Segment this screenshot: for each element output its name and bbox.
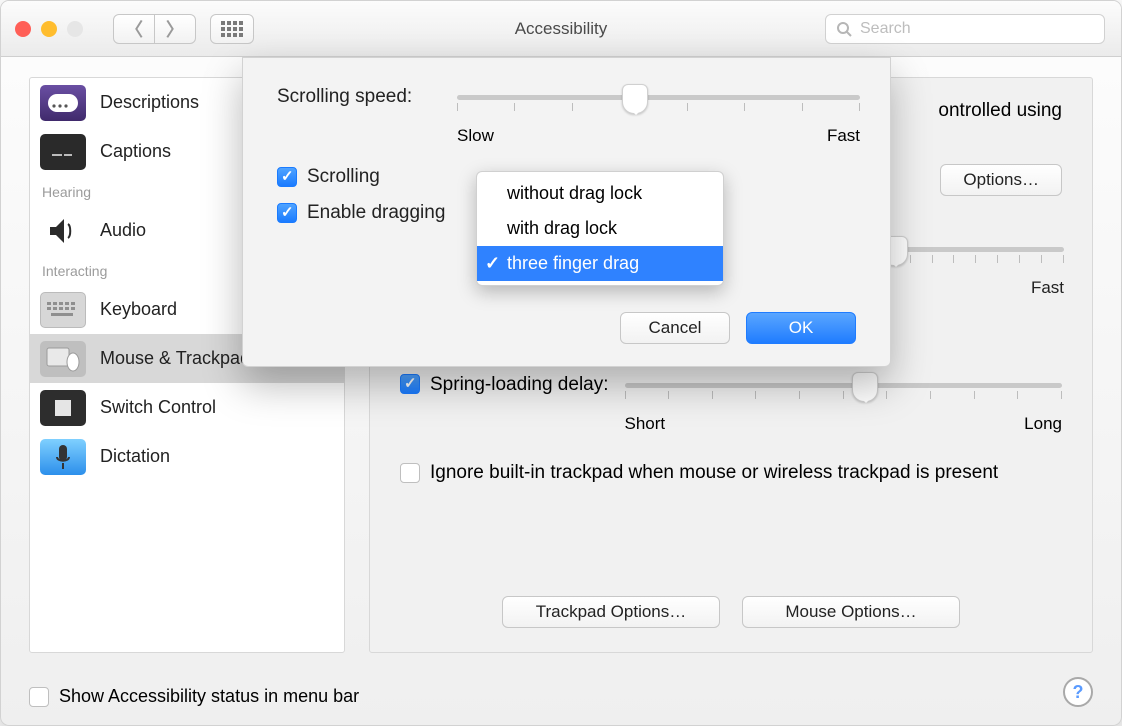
spring-loading-label: Spring-loading delay: — [430, 374, 609, 396]
scrolling-checkbox[interactable] — [277, 167, 297, 187]
search-field[interactable] — [825, 14, 1105, 44]
controlled-text-fragment: ontrolled using — [938, 100, 1062, 122]
sidebar-item-label: Switch Control — [100, 397, 216, 418]
slider-label-slow: Slow — [457, 126, 494, 146]
enable-dragging-label: Enable dragging — [307, 202, 445, 224]
scrolling-speed-label: Scrolling speed: — [277, 86, 457, 108]
slider-label-fast: Fast — [827, 126, 860, 146]
sidebar-item-dictation[interactable]: Dictation — [30, 432, 344, 481]
ignore-trackpad-checkbox[interactable] — [400, 463, 420, 483]
enable-dragging-checkbox[interactable] — [277, 203, 297, 223]
slider-label-short: Short — [625, 414, 666, 434]
sidebar-item-switch-control[interactable]: Switch Control — [30, 383, 344, 432]
forward-button[interactable]: 〉 — [154, 14, 196, 44]
sidebar-item-label: Mouse & Trackpad — [100, 348, 250, 369]
mouse-options-button[interactable]: Mouse Options… — [742, 596, 960, 628]
search-icon — [836, 21, 852, 37]
ok-button[interactable]: OK — [746, 312, 856, 344]
window-zoom-icon[interactable] — [67, 21, 83, 37]
sidebar-item-label: Audio — [100, 220, 146, 241]
show-status-checkbox[interactable] — [29, 687, 49, 707]
spring-loading-slider[interactable] — [625, 374, 1062, 414]
show-status-label: Show Accessibility status in menu bar — [59, 686, 359, 707]
show-all-button[interactable] — [210, 14, 254, 44]
sidebar-item-label: Dictation — [100, 446, 170, 467]
scrolling-label: Scrolling — [307, 166, 380, 188]
back-button[interactable]: 〈 — [113, 14, 155, 44]
search-input[interactable] — [858, 19, 1058, 39]
chevron-right-icon: 〉 — [166, 16, 184, 42]
trackpad-options-button[interactable]: Trackpad Options… — [502, 596, 720, 628]
captions-icon — [40, 134, 86, 170]
descriptions-icon — [40, 85, 86, 121]
slider-label-long: Long — [1024, 414, 1062, 434]
help-button[interactable]: ? — [1063, 677, 1093, 707]
popup-option-three-finger-drag[interactable]: three finger drag — [477, 246, 723, 281]
switch-control-icon — [40, 390, 86, 426]
scrolling-speed-slider[interactable] — [457, 86, 860, 126]
titlebar: 〈 〉 Accessibility — [1, 1, 1121, 57]
chevron-left-icon: 〈 — [125, 16, 143, 42]
options-button[interactable]: Options… — [940, 164, 1062, 196]
grid-icon — [221, 21, 243, 37]
sidebar-item-label: Keyboard — [100, 299, 177, 320]
slider-thumb[interactable] — [852, 372, 878, 402]
popup-option-without-drag-lock[interactable]: without drag lock — [477, 176, 723, 211]
keyboard-icon — [40, 292, 86, 328]
ignore-trackpad-label: Ignore built-in trackpad when mouse or w… — [430, 460, 998, 486]
cancel-button[interactable]: Cancel — [620, 312, 730, 344]
window-minimize-icon[interactable] — [41, 21, 57, 37]
slider-thumb[interactable] — [622, 84, 648, 114]
accessibility-window: 〈 〉 Accessibility Descriptions — [0, 0, 1122, 726]
popup-option-with-drag-lock[interactable]: with drag lock — [477, 211, 723, 246]
speaker-icon — [40, 213, 86, 249]
window-close-icon[interactable] — [15, 21, 31, 37]
mouse-trackpad-icon — [40, 341, 86, 377]
microphone-icon — [40, 439, 86, 475]
dragging-style-popup[interactable]: without drag lock with drag lock three f… — [476, 171, 724, 286]
sidebar-item-label: Descriptions — [100, 92, 199, 113]
spring-loading-checkbox[interactable] — [400, 374, 420, 394]
help-icon: ? — [1073, 682, 1084, 703]
sidebar-item-label: Captions — [100, 141, 171, 162]
